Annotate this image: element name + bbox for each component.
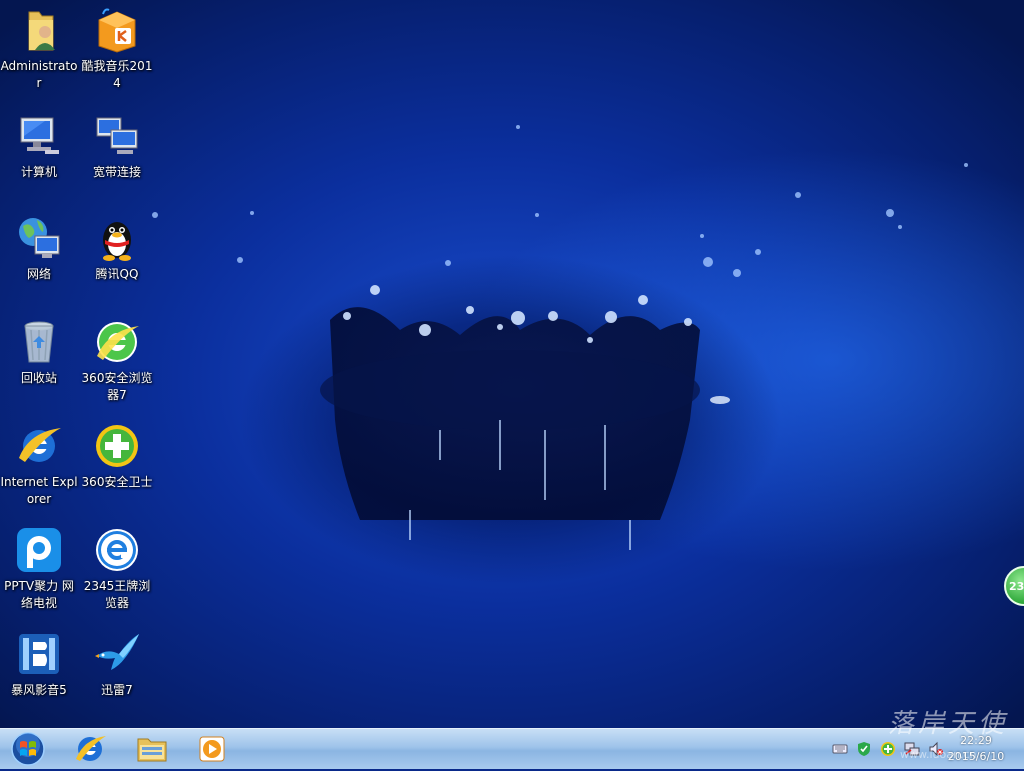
watermark-url: www.luoan.cn [900, 748, 977, 761]
desktop-icon-label: 2345王牌浏览器 [83, 579, 151, 610]
360-browser-icon [97, 322, 139, 362]
desktop-icon-kuwo-music[interactable]: 酷我音乐2014 [78, 6, 156, 92]
desktop-icon-computer[interactable]: 计算机 [0, 112, 78, 181]
desktop-icon-pptv[interactable]: PPTV聚力 网络电视 [0, 526, 78, 612]
desktop[interactable]: Administrator 计算机 网络 回收站 Internet Explor… [0, 0, 1024, 728]
xunlei-bird-icon [95, 634, 139, 670]
qq-penguin-icon [103, 222, 131, 261]
desktop-icon-label: 腾讯QQ [95, 267, 139, 281]
desktop-icon-label: 计算机 [20, 165, 57, 179]
internet-explorer-icon [19, 428, 61, 462]
user-folder-icon [28, 11, 55, 51]
desktop-icon-label: 迅雷7 [101, 683, 133, 697]
desktop-icon-label: 暴风影音5 [11, 683, 67, 697]
360-plus-icon[interactable] [880, 741, 896, 757]
desktop-icon-label: 酷我音乐2014 [81, 59, 153, 90]
floating-widget-label: 23 [1009, 580, 1024, 593]
2345-browser-icon [96, 529, 138, 571]
recycle-bin-icon [24, 321, 54, 363]
computer-icon [20, 117, 59, 154]
taskbar-ie-button[interactable] [64, 731, 116, 767]
desktop-icon-network[interactable]: 网络 [0, 214, 78, 283]
taskbar: 22:29 2015/6/10 [0, 728, 1024, 769]
desktop-icon-label: Administrator [0, 59, 78, 90]
media-player-icon [199, 736, 225, 762]
desktop-icon-internet-explorer[interactable]: Internet Explorer [0, 422, 78, 508]
desktop-icon-label: 宽带连接 [92, 165, 141, 179]
desktop-icon-label: PPTV聚力 网络电视 [4, 579, 74, 610]
windows-start-orb-icon [11, 732, 45, 766]
desktop-icon-administrator[interactable]: Administrator [0, 6, 78, 92]
security-shield-icon[interactable] [856, 741, 872, 757]
broadband-connection-icon [96, 117, 138, 154]
desktop-icon-label: Internet Explorer [0, 475, 78, 506]
file-explorer-icon [137, 738, 167, 762]
desktop-icon-360-security[interactable]: 360安全卫士 [78, 422, 156, 491]
desktop-icon-360-browser[interactable]: 360安全浏览器7 [78, 318, 156, 404]
desktop-icon-xunlei[interactable]: 迅雷7 [78, 630, 156, 699]
desktop-icon-qq[interactable]: 腾讯QQ [78, 214, 156, 283]
desktop-icon-broadband[interactable]: 宽带连接 [78, 112, 156, 181]
pptv-icon [17, 528, 61, 572]
taskbar-explorer-button[interactable] [126, 731, 178, 767]
kuwo-music-icon [98, 8, 136, 53]
desktop-icon-label: 回收站 [20, 371, 57, 385]
desktop-icon-label: 360安全卫士 [81, 475, 153, 489]
desktop-icon-label: 网络 [26, 267, 51, 281]
network-icon [19, 218, 60, 258]
360-security-icon [96, 425, 138, 467]
watermark: 落岸天使 [888, 709, 1009, 739]
desktop-icon-label: 360安全浏览器7 [81, 371, 153, 402]
taskbar-media-player-button[interactable] [186, 731, 238, 767]
internet-explorer-icon [76, 736, 106, 761]
keyboard-icon[interactable] [832, 741, 848, 757]
desktop-icon-2345-browser[interactable]: 2345王牌浏览器 [78, 526, 156, 612]
baofeng-player-icon [19, 634, 59, 674]
desktop-icon-recycle-bin[interactable]: 回收站 [0, 318, 78, 387]
start-button[interactable] [2, 731, 54, 767]
desktop-icon-baofeng[interactable]: 暴风影音5 [0, 630, 78, 699]
